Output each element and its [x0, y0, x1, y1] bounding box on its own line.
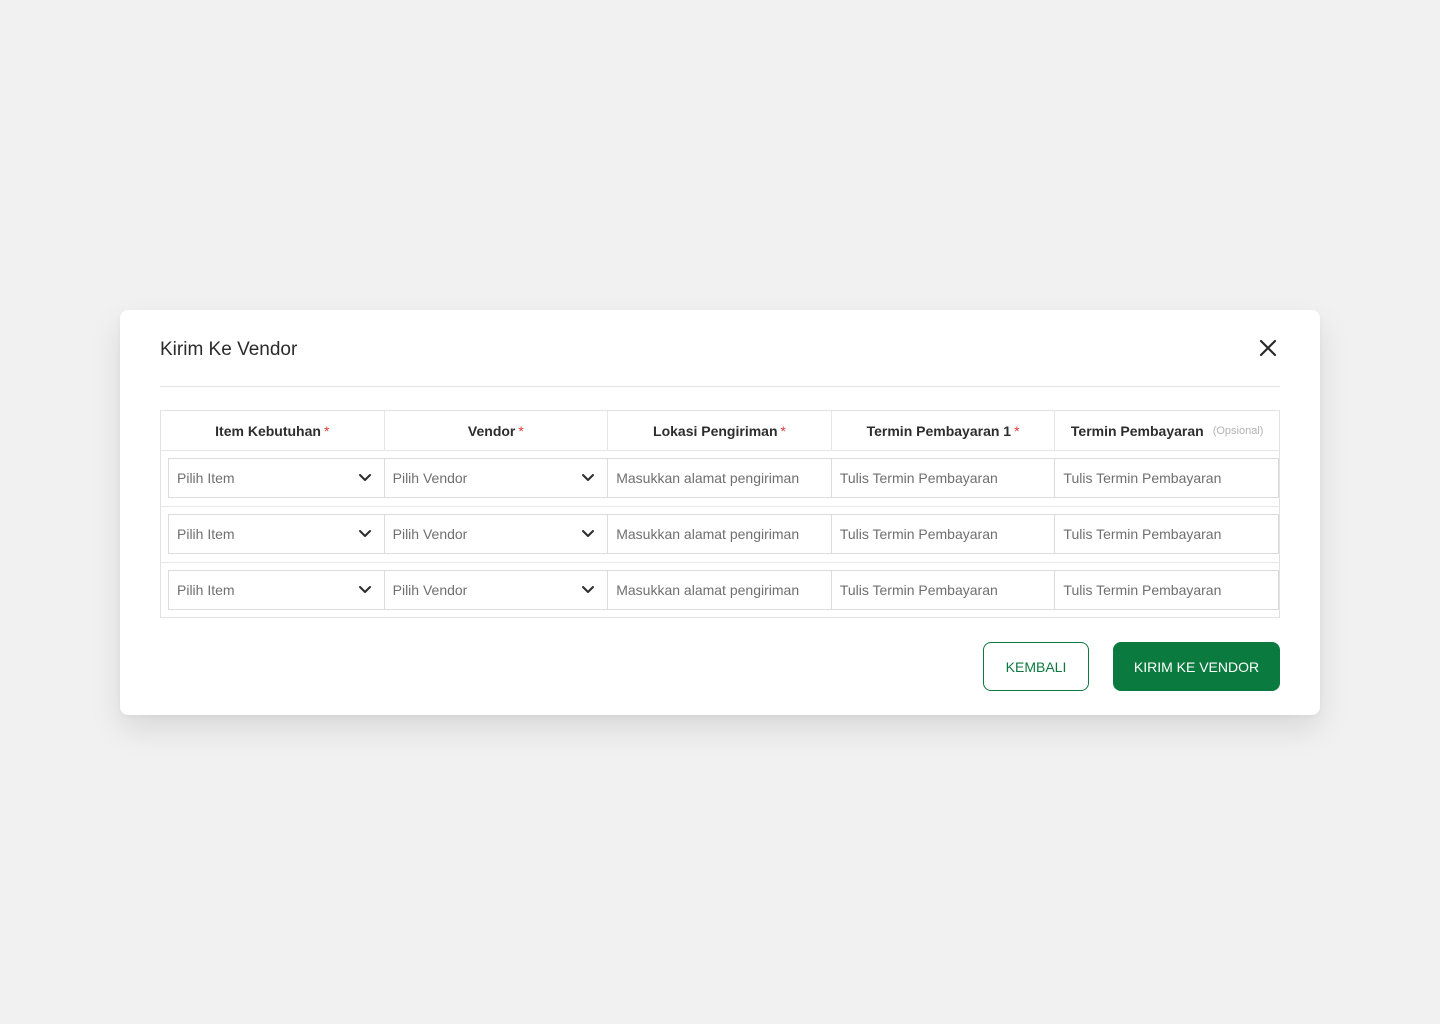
termin-2-placeholder: Tulis Termin Pembayaran: [1063, 470, 1222, 486]
chevron-down-icon: [358, 471, 372, 485]
chevron-down-icon: [581, 471, 595, 485]
lokasi-input[interactable]: Masukkan alamat pengiriman: [607, 458, 832, 498]
vendor-select[interactable]: Pilih Vendor: [383, 458, 609, 498]
send-to-vendor-button[interactable]: KIRIM KE VENDOR: [1113, 642, 1280, 691]
header-divider: [160, 386, 1280, 387]
lokasi-placeholder: Masukkan alamat pengiriman: [616, 470, 800, 486]
item-select-value: Pilih Item: [177, 526, 235, 542]
item-select[interactable]: Pilih Item: [168, 458, 385, 498]
termin-1-placeholder: Tulis Termin Pembayaran: [839, 526, 998, 542]
column-header-termin-2: Termin Pembayaran (Opsional): [1055, 411, 1279, 450]
column-header-item: Item Kebutuhan *: [161, 411, 385, 450]
column-header-termin-1: Termin Pembayaran 1 *: [832, 411, 1056, 450]
item-select[interactable]: Pilih Item: [168, 514, 385, 554]
termin-2-input[interactable]: Tulis Termin Pembayaran: [1054, 458, 1280, 498]
table-row: Pilih Item Pilih Vendor Masukkan alamat …: [161, 563, 1280, 619]
lokasi-input[interactable]: Masukkan alamat pengiriman: [607, 570, 832, 610]
termin-1-input[interactable]: Tulis Termin Pembayaran: [830, 514, 1056, 554]
back-button[interactable]: KEMBALI: [983, 642, 1089, 691]
termin-1-input[interactable]: Tulis Termin Pembayaran: [830, 458, 1056, 498]
item-select[interactable]: Pilih Item: [168, 570, 385, 610]
column-header-vendor: Vendor *: [385, 411, 609, 450]
chevron-down-icon: [358, 583, 372, 597]
optional-note: (Opsional): [1212, 424, 1264, 437]
chevron-down-icon: [581, 527, 595, 541]
termin-2-input[interactable]: Tulis Termin Pembayaran: [1054, 514, 1280, 554]
column-header-label: Vendor: [467, 422, 516, 439]
column-header-label: Lokasi Pengiriman: [653, 422, 778, 439]
item-select-value: Pilih Item: [177, 470, 235, 486]
required-mark: *: [323, 422, 330, 439]
termin-2-placeholder: Tulis Termin Pembayaran: [1063, 582, 1222, 598]
lokasi-placeholder: Masukkan alamat pengiriman: [616, 526, 800, 542]
vendor-select[interactable]: Pilih Vendor: [383, 514, 609, 554]
column-header-lokasi: Lokasi Pengiriman *: [608, 411, 832, 450]
termin-2-input[interactable]: Tulis Termin Pembayaran: [1054, 570, 1280, 610]
lokasi-placeholder: Masukkan alamat pengiriman: [616, 582, 800, 598]
termin-1-placeholder: Tulis Termin Pembayaran: [839, 470, 998, 486]
vendor-select-value: Pilih Vendor: [392, 526, 468, 542]
vendor-select-value: Pilih Vendor: [392, 470, 468, 486]
required-mark: *: [1014, 422, 1020, 439]
required-mark: *: [518, 422, 524, 439]
column-header-label: Termin Pembayaran 1: [866, 422, 1012, 439]
termin-2-placeholder: Tulis Termin Pembayaran: [1063, 526, 1222, 542]
table-header: Item Kebutuhan * Vendor * Lokasi Pengirima…: [161, 411, 1279, 451]
vendor-table: Item Kebutuhan * Vendor * Lokasi Pengirima…: [160, 410, 1280, 618]
close-button[interactable]: [1256, 336, 1280, 360]
column-header-label: Item Kebutuhan: [215, 422, 321, 439]
lokasi-input[interactable]: Masukkan alamat pengiriman: [607, 514, 832, 554]
send-to-vendor-modal: Kirim Ke Vendor Item Kebutuhan * Vendor * …: [120, 310, 1320, 715]
termin-1-placeholder: Tulis Termin Pembayaran: [839, 582, 998, 598]
item-select-value: Pilih Item: [177, 582, 235, 598]
modal-title: Kirim Ke Vendor: [160, 339, 298, 360]
column-header-label: Termin Pembayaran: [1070, 422, 1204, 439]
chevron-down-icon: [358, 527, 372, 541]
required-mark: *: [780, 422, 786, 439]
close-icon: [1259, 339, 1277, 357]
table-row: Pilih Item Pilih Vendor Masukkan alamat …: [161, 451, 1280, 507]
vendor-select-value: Pilih Vendor: [392, 582, 468, 598]
vendor-select[interactable]: Pilih Vendor: [383, 570, 609, 610]
termin-1-input[interactable]: Tulis Termin Pembayaran: [830, 570, 1056, 610]
table-row: Pilih Item Pilih Vendor Masukkan alamat …: [161, 507, 1280, 563]
chevron-down-icon: [581, 583, 595, 597]
